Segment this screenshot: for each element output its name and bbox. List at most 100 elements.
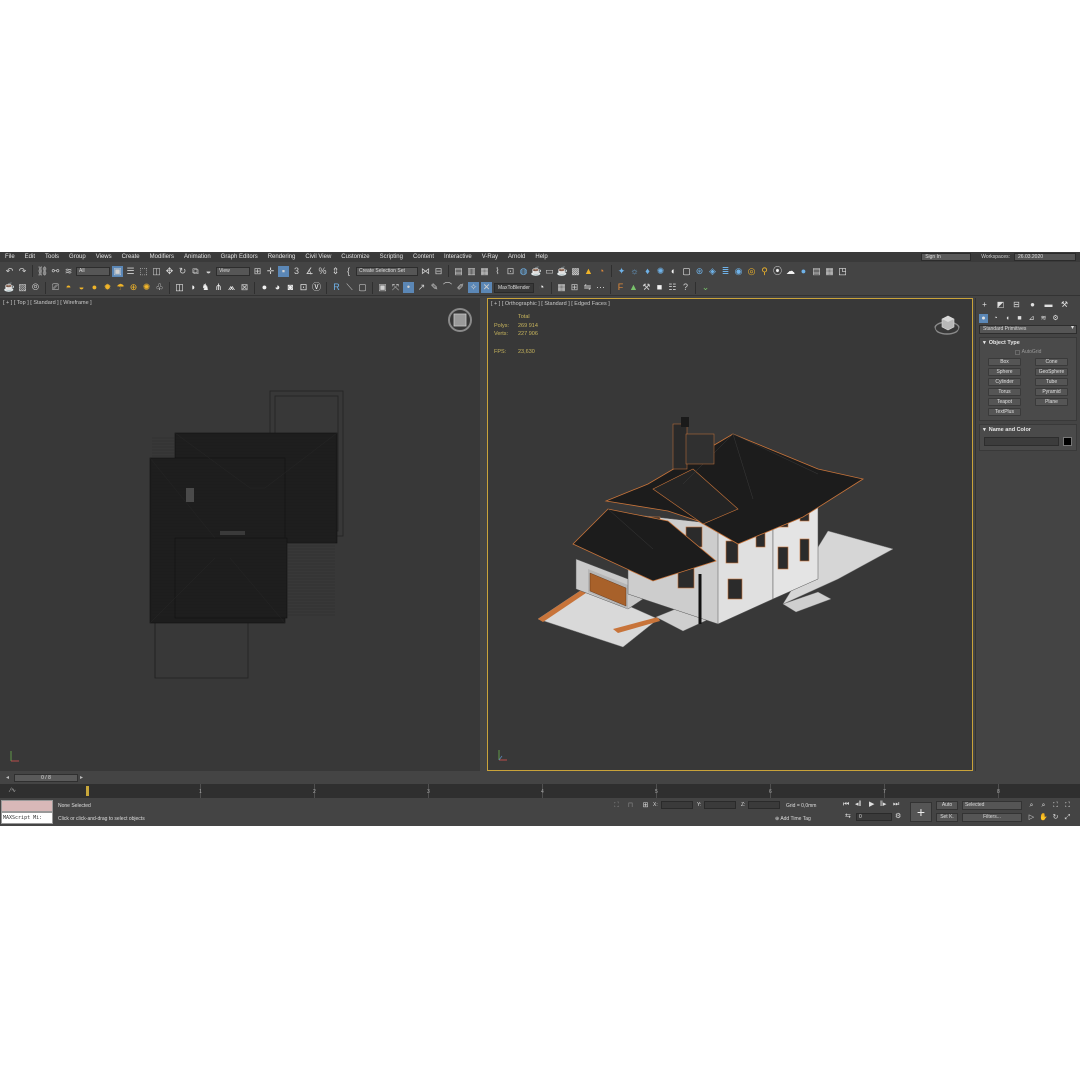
tool-pencil-icon[interactable]: ✎: [429, 282, 440, 293]
track-bar-toggle-icon[interactable]: ⁄∿: [10, 787, 16, 794]
utilities-tab-icon[interactable]: ⚒: [1059, 300, 1070, 310]
vray-sun-icon[interactable]: ☼: [629, 266, 640, 277]
play-icon[interactable]: ▶: [869, 801, 874, 809]
arnold-skydome-icon[interactable]: ⚲: [759, 266, 770, 277]
light-umbrella-icon[interactable]: ☂: [115, 282, 126, 293]
isolate-selection-icon[interactable]: ⛶: [612, 801, 621, 810]
render-production-icon[interactable]: ☕: [557, 266, 568, 277]
sphere-button[interactable]: Sphere: [988, 368, 1021, 376]
zoom-icon[interactable]: ⌕: [1027, 801, 1036, 810]
time-config-icon[interactable]: ⚙: [895, 813, 901, 821]
geometry-box-icon[interactable]: ◫: [174, 282, 185, 293]
selection-lock-icon[interactable]: ⊓: [626, 801, 635, 810]
vray-ies-icon[interactable]: ♦: [642, 266, 653, 277]
menu-help[interactable]: Help: [530, 252, 552, 262]
material-browser-icon[interactable]: ⊡: [298, 282, 309, 293]
lights-category-icon[interactable]: ◖: [1003, 314, 1012, 323]
shapes-category-icon[interactable]: ◔: [991, 314, 1000, 323]
set-key-button[interactable]: Set K.: [936, 813, 958, 822]
geometry-proxy-icon[interactable]: ♞: [200, 282, 211, 293]
railclone-icon[interactable]: ▲: [628, 282, 639, 293]
tool-arc-icon[interactable]: ⌒: [442, 282, 453, 293]
reference-coordinate-dropdown[interactable]: View: [216, 266, 250, 276]
tool-array-icon[interactable]: ▦: [556, 282, 567, 293]
window-crossing-icon[interactable]: ◫: [151, 266, 162, 277]
menu-interactive[interactable]: Interactive: [439, 252, 477, 262]
link-icon[interactable]: ⛓: [37, 266, 48, 277]
next-frame-icon[interactable]: ‖▸: [880, 801, 886, 809]
vray-frame-buffer-icon[interactable]: ▢: [681, 266, 692, 277]
arnold-sphere-icon[interactable]: ●: [798, 266, 809, 277]
menu-file[interactable]: File: [0, 252, 20, 262]
menu-views[interactable]: Views: [91, 252, 117, 262]
time-slider[interactable]: 0 / 8: [14, 774, 78, 782]
warning-icon[interactable]: ▲: [583, 266, 594, 277]
rendered-frame-window-icon[interactable]: ▭: [544, 266, 555, 277]
cameras-category-icon[interactable]: ■: [1015, 314, 1024, 323]
tool-curve-icon[interactable]: ↗: [416, 282, 427, 293]
mesh-icon[interactable]: ▦: [824, 266, 835, 277]
undo-icon[interactable]: ↶: [4, 266, 15, 277]
material-ball-icon[interactable]: ●: [259, 282, 270, 293]
maxscript-output[interactable]: [1, 800, 53, 812]
vray-plane-icon[interactable]: ◈: [707, 266, 718, 277]
menu-edit[interactable]: Edit: [20, 252, 40, 262]
previous-frame-icon[interactable]: ◂‖: [855, 801, 861, 809]
plane-button[interactable]: Plane: [1035, 398, 1068, 406]
menu-group[interactable]: Group: [64, 252, 91, 262]
menu-arnold[interactable]: Arnold: [503, 252, 530, 262]
light-sunpoint-icon[interactable]: ✺: [141, 282, 152, 293]
select-manipulate-icon[interactable]: ✛: [265, 266, 276, 277]
render-setup-small-icon[interactable]: ▨: [17, 282, 28, 293]
vray-scene-icon[interactable]: ◉: [733, 266, 744, 277]
systems-category-icon[interactable]: ⚙: [1051, 314, 1060, 323]
geometry-pattern-icon[interactable]: ⊠: [239, 282, 250, 293]
plugin-r-icon[interactable]: R: [331, 282, 342, 293]
sign-in-dropdown[interactable]: Sign In: [921, 253, 972, 261]
display-tab-icon[interactable]: ▬: [1043, 300, 1054, 310]
layer-explorer-icon[interactable]: ▥: [466, 266, 477, 277]
geometry-fur-icon[interactable]: ⋔: [213, 282, 224, 293]
menu-content[interactable]: Content: [408, 252, 439, 262]
menu-create[interactable]: Create: [117, 252, 145, 262]
tool-spacing-icon[interactable]: ⋯: [595, 282, 606, 293]
vray-render-icon[interactable]: ◔: [596, 266, 607, 277]
key-filter-dropdown[interactable]: Selected: [962, 801, 1022, 810]
z-field[interactable]: [748, 801, 781, 809]
max-to-blender-button[interactable]: MaxToBlender: [494, 282, 534, 293]
named-selection-set-dropdown[interactable]: Create Selection Set: [356, 266, 418, 276]
menu-customize[interactable]: Customize: [336, 252, 374, 262]
redo-icon[interactable]: ↷: [17, 266, 28, 277]
key-mode-icon[interactable]: ⇆: [845, 813, 851, 821]
vray-sphere-icon[interactable]: ◐: [668, 266, 679, 277]
orbit-icon[interactable]: ↻: [1051, 813, 1060, 822]
viewport-divider[interactable]: [480, 298, 487, 771]
menu-graph-editors[interactable]: Graph Editors: [216, 252, 263, 262]
spacewarps-category-icon[interactable]: ≋: [1039, 314, 1048, 323]
geometry-sphere-icon[interactable]: ◑: [187, 282, 198, 293]
workspace-dropdown[interactable]: 26.03.2020: [1014, 253, 1076, 261]
material-slate-icon[interactable]: ◕: [272, 282, 283, 293]
tool-align-view-icon[interactable]: ⇋: [582, 282, 593, 293]
autogrid-checkbox[interactable]: AutoGrid: [980, 348, 1076, 356]
ribbon-toggle-icon[interactable]: ▦: [479, 266, 490, 277]
object-type-header[interactable]: ▾ Object Type: [980, 338, 1076, 348]
geometry-grass-icon[interactable]: ⩕: [226, 282, 237, 293]
field-of-view-icon[interactable]: ▷: [1027, 813, 1036, 822]
move-icon[interactable]: ✥: [164, 266, 175, 277]
bind-spacewarp-icon[interactable]: ≋: [63, 266, 74, 277]
arnold-render-icon[interactable]: ⦿: [772, 266, 783, 277]
percent-snap-icon[interactable]: %: [317, 266, 328, 277]
light-sun-icon[interactable]: ●: [89, 282, 100, 293]
select-by-name-icon[interactable]: ☰: [125, 266, 136, 277]
tool-box-icon[interactable]: ■: [654, 282, 665, 293]
geosphere-button[interactable]: GeoSphere: [1035, 368, 1068, 376]
maxscript-listener[interactable]: MAXScript Mi:: [1, 800, 53, 824]
helpers-category-icon[interactable]: ⊿: [1027, 314, 1036, 323]
material-map-icon[interactable]: ◙: [285, 282, 296, 293]
vray-fur-icon[interactable]: ≣: [720, 266, 731, 277]
viewport-perspective[interactable]: [ + ] [ Orthographic ] [ Standard ] [ Ed…: [487, 298, 973, 771]
vray-ambient-icon[interactable]: ✺: [655, 266, 666, 277]
rotate-icon[interactable]: ↻: [177, 266, 188, 277]
track-bar[interactable]: ⁄∿ 1 2 3 4 5 6 7 8: [0, 784, 1080, 798]
